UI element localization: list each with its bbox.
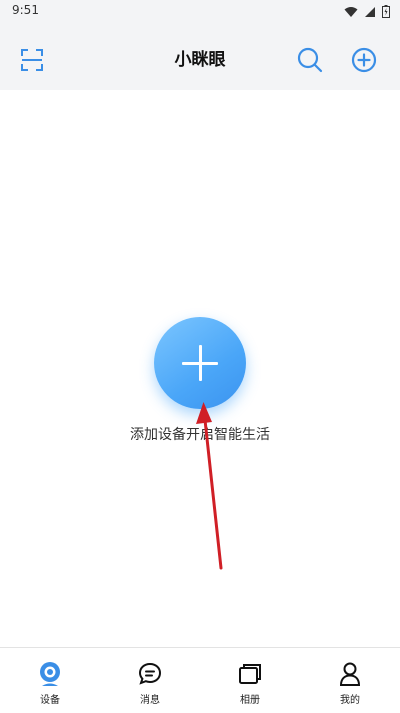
app-header: 小眯眼 — [0, 24, 400, 90]
cell-signal-icon — [365, 6, 375, 17]
person-icon — [339, 662, 361, 686]
status-time: 9:51 — [12, 3, 39, 17]
tab-bar: 设备 消息 相册 我的 — [0, 647, 400, 713]
chat-bubble-icon — [138, 662, 162, 685]
status-bar: 9:51 — [0, 0, 400, 24]
search-button[interactable] — [296, 46, 324, 74]
tab-label: 消息 — [140, 695, 160, 706]
camera-icon — [40, 662, 60, 686]
add-button[interactable] — [350, 46, 378, 74]
add-device-hint: 添加设备开启智能生活 — [130, 427, 270, 443]
status-icons — [344, 5, 390, 18]
search-icon — [297, 47, 323, 73]
tab-messages[interactable]: 消息 — [100, 648, 200, 713]
battery-icon — [382, 5, 390, 18]
tab-label: 我的 — [340, 695, 360, 706]
wifi-icon — [344, 6, 358, 17]
tab-label: 设备 — [40, 695, 60, 706]
tab-album[interactable]: 相册 — [200, 648, 300, 713]
tab-profile[interactable]: 我的 — [300, 648, 400, 713]
album-icon — [239, 664, 261, 684]
add-circle-icon — [351, 47, 377, 73]
tab-devices[interactable]: 设备 — [0, 648, 100, 713]
page-title: 小眯眼 — [174, 50, 226, 70]
add-device-button[interactable] — [154, 317, 246, 409]
plus-icon-vertical — [198, 345, 202, 381]
main-content: 添加设备开启智能生活 — [0, 90, 400, 647]
tab-label: 相册 — [240, 695, 260, 706]
